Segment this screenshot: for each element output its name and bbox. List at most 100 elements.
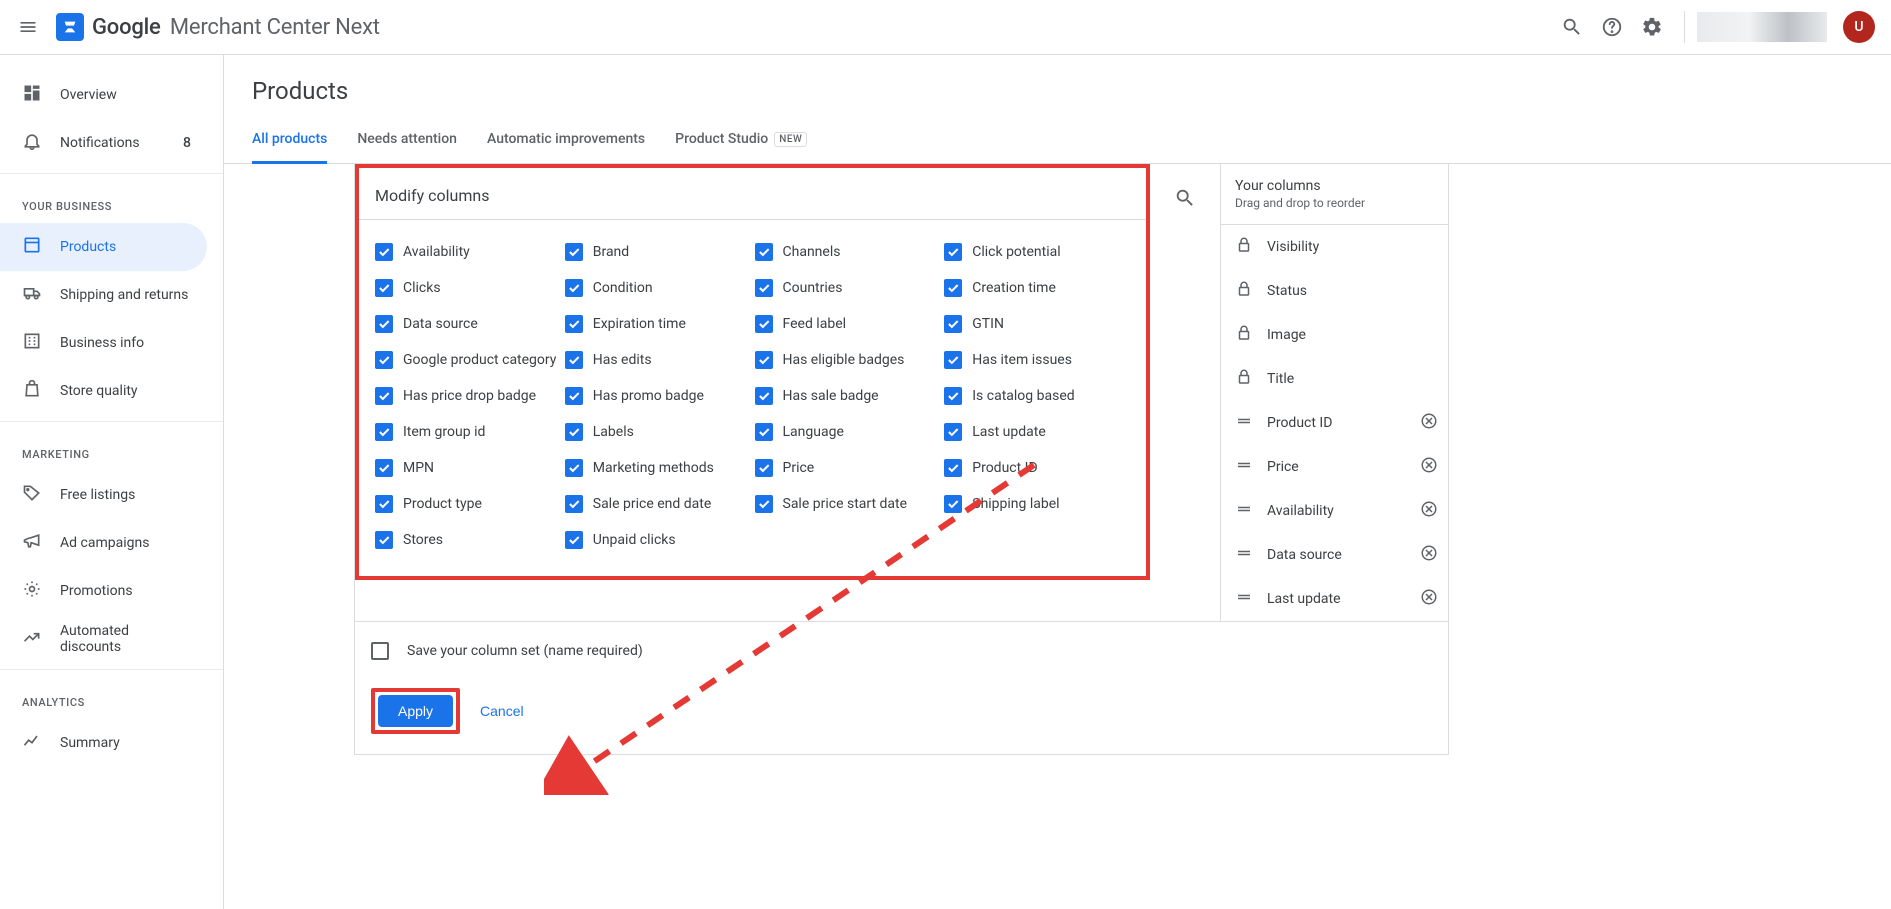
drag-handle-icon[interactable]	[1235, 412, 1253, 434]
column-checkbox-item[interactable]: Expiration time	[565, 306, 751, 342]
tab-product-studio[interactable]: Product Studio NEW	[675, 121, 807, 164]
checkbox-checked-icon	[755, 495, 773, 513]
sidebar-item-label: Notifications	[60, 135, 140, 151]
column-checkbox-item[interactable]: Stores	[375, 522, 561, 558]
column-checkbox-item[interactable]: Countries	[755, 270, 941, 306]
products-icon	[22, 235, 42, 259]
apply-button-highlight: Apply	[371, 688, 460, 734]
checkbox-checked-icon	[375, 243, 393, 261]
column-checkbox-item[interactable]: Product type	[375, 486, 561, 522]
help-icon[interactable]	[1592, 7, 1632, 47]
app-header: Google Merchant Center Next U	[0, 0, 1891, 55]
checkbox-checked-icon	[944, 279, 962, 297]
search-icon[interactable]	[1552, 7, 1592, 47]
column-checkbox-item[interactable]: Labels	[565, 414, 751, 450]
checkbox-checked-icon	[565, 351, 583, 369]
column-checkbox-item[interactable]: Brand	[565, 234, 751, 270]
checkbox-label: Has promo badge	[593, 388, 704, 404]
your-columns-list[interactable]: VisibilityStatusImageTitleProduct IDPric…	[1221, 224, 1448, 621]
column-checkbox-item[interactable]: Creation time	[944, 270, 1130, 306]
menu-icon[interactable]	[8, 7, 48, 47]
column-checkbox-item[interactable]: Sale price end date	[565, 486, 751, 522]
checkbox-label: Product type	[403, 496, 482, 512]
sidebar-item-business-info[interactable]: Business info	[0, 319, 207, 367]
account-switcher-placeholder[interactable]	[1697, 12, 1827, 42]
sidebar-item-summary[interactable]: Summary	[0, 719, 207, 767]
drag-handle-icon[interactable]	[1235, 588, 1253, 610]
column-checkbox-item[interactable]: Sale price start date	[755, 486, 941, 522]
apply-button[interactable]: Apply	[378, 695, 453, 727]
settings-icon[interactable]	[1632, 7, 1672, 47]
sidebar-item-notifications[interactable]: Notifications 8	[0, 119, 207, 167]
your-column-row[interactable]: Availability	[1221, 489, 1448, 533]
header-divider	[1684, 11, 1685, 43]
checkbox-label: Product ID	[972, 460, 1037, 476]
your-column-row[interactable]: Product ID	[1221, 401, 1448, 445]
column-label: Product ID	[1267, 415, 1406, 431]
your-column-row-locked: Title	[1221, 357, 1448, 401]
your-column-row[interactable]: Data source	[1221, 533, 1448, 577]
sidebar-item-promotions[interactable]: Promotions	[0, 567, 207, 615]
column-checkbox-item[interactable]: Has eligible badges	[755, 342, 941, 378]
save-columnset-checkbox[interactable]	[371, 642, 389, 660]
column-checkbox-item[interactable]: Clicks	[375, 270, 561, 306]
column-checkbox-item[interactable]: Condition	[565, 270, 751, 306]
sidebar-item-overview[interactable]: Overview	[0, 71, 207, 119]
remove-column-icon[interactable]	[1420, 588, 1438, 610]
column-checkbox-item[interactable]: Has item issues	[944, 342, 1130, 378]
checkbox-checked-icon	[755, 387, 773, 405]
column-checkbox-item[interactable]: Marketing methods	[565, 450, 751, 486]
tab-all-products[interactable]: All products	[252, 121, 327, 164]
column-checkbox-item[interactable]: Shipping label	[944, 486, 1130, 522]
cancel-button[interactable]: Cancel	[474, 702, 530, 720]
sidebar-item-shipping[interactable]: Shipping and returns	[0, 271, 207, 319]
column-checkbox-item[interactable]: GTIN	[944, 306, 1130, 342]
column-checkbox-item[interactable]: Feed label	[755, 306, 941, 342]
tab-needs-attention[interactable]: Needs attention	[357, 121, 457, 164]
column-checkbox-item[interactable]: Click potential	[944, 234, 1130, 270]
your-columns-panel: Your columns Drag and drop to reorder Vi…	[1220, 164, 1448, 621]
remove-column-icon[interactable]	[1420, 456, 1438, 478]
remove-column-icon[interactable]	[1420, 500, 1438, 522]
column-checkbox-item[interactable]: Has sale badge	[755, 378, 941, 414]
remove-column-icon[interactable]	[1420, 544, 1438, 566]
column-checkbox-item[interactable]: MPN	[375, 450, 561, 486]
column-checkbox-item[interactable]: Channels	[755, 234, 941, 270]
remove-column-icon[interactable]	[1420, 412, 1438, 434]
column-checkbox-item[interactable]: Language	[755, 414, 941, 450]
column-checkbox-item[interactable]: Has edits	[565, 342, 751, 378]
sidebar-item-label: Products	[60, 239, 116, 255]
column-checkbox-item[interactable]: Has price drop badge	[375, 378, 561, 414]
column-checkbox-item[interactable]: Price	[755, 450, 941, 486]
tab-automatic-improvements[interactable]: Automatic improvements	[487, 121, 645, 164]
search-columns-icon[interactable]	[1165, 178, 1205, 218]
drag-handle-icon[interactable]	[1235, 544, 1253, 566]
sidebar-item-store-quality[interactable]: Store quality	[0, 367, 207, 415]
sidebar-item-products[interactable]: Products	[0, 223, 207, 271]
sidebar-item-automated-discounts[interactable]: Automated discounts	[0, 615, 207, 663]
column-checkbox-item[interactable]: Google product category	[375, 342, 561, 378]
column-checkbox-item[interactable]: Unpaid clicks	[565, 522, 751, 558]
lock-icon	[1235, 368, 1253, 390]
sidebar-item-ad-campaigns[interactable]: Ad campaigns	[0, 519, 207, 567]
checkbox-checked-icon	[375, 387, 393, 405]
your-columns-subtitle: Drag and drop to reorder	[1235, 196, 1434, 210]
dialog-footer: Save your column set (name required) App…	[355, 622, 1448, 754]
column-checkbox-item[interactable]: Availability	[375, 234, 561, 270]
column-checkbox-item[interactable]: Is catalog based	[944, 378, 1130, 414]
drag-handle-icon[interactable]	[1235, 500, 1253, 522]
checkbox-label: Availability	[403, 244, 470, 260]
column-checkbox-item[interactable]: Product ID	[944, 450, 1130, 486]
column-checkbox-item[interactable]: Has promo badge	[565, 378, 751, 414]
dashboard-icon	[22, 83, 42, 107]
your-column-row[interactable]: Price	[1221, 445, 1448, 489]
column-checkbox-item[interactable]: Data source	[375, 306, 561, 342]
column-checkbox-item[interactable]: Item group id	[375, 414, 561, 450]
sidebar-item-free-listings[interactable]: Free listings	[0, 471, 207, 519]
drag-handle-icon[interactable]	[1235, 456, 1253, 478]
user-avatar[interactable]: U	[1843, 11, 1875, 43]
column-checkbox-item[interactable]: Last update	[944, 414, 1130, 450]
modify-columns-title: Modify columns	[359, 180, 1146, 220]
your-column-row[interactable]: Last update	[1221, 577, 1448, 621]
checkbox-checked-icon	[944, 351, 962, 369]
